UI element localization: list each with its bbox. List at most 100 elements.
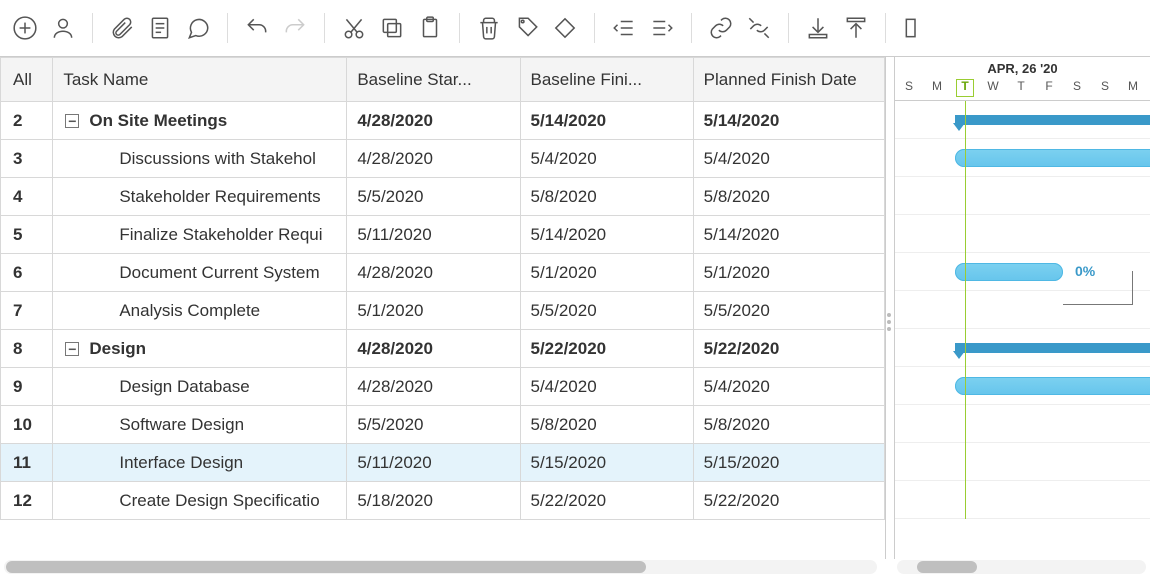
task-bar[interactable] bbox=[955, 377, 1150, 395]
planned-finish-cell[interactable]: 5/14/2020 bbox=[693, 102, 884, 140]
tag-icon[interactable] bbox=[508, 9, 546, 47]
task-name-cell[interactable]: Analysis Complete bbox=[53, 292, 347, 330]
baseline-finish-cell[interactable]: 5/5/2020 bbox=[520, 292, 693, 330]
row-number[interactable]: 8 bbox=[1, 330, 53, 368]
task-name-cell[interactable]: Finalize Stakeholder Requi bbox=[53, 216, 347, 254]
note-icon[interactable] bbox=[141, 9, 179, 47]
task-bar[interactable] bbox=[955, 263, 1063, 281]
planned-finish-cell[interactable]: 5/4/2020 bbox=[693, 368, 884, 406]
task-name-cell[interactable]: Create Design Specificatio bbox=[53, 482, 347, 520]
attach-icon[interactable] bbox=[103, 9, 141, 47]
baseline-finish-cell[interactable]: 5/15/2020 bbox=[520, 444, 693, 482]
gantt-row[interactable] bbox=[895, 443, 1150, 481]
person-icon[interactable] bbox=[44, 9, 82, 47]
baseline-finish-cell[interactable]: 5/22/2020 bbox=[520, 330, 693, 368]
row-number[interactable]: 5 bbox=[1, 216, 53, 254]
row-number[interactable]: 2 bbox=[1, 102, 53, 140]
planned-finish-cell[interactable]: 5/22/2020 bbox=[693, 482, 884, 520]
outdent-icon[interactable] bbox=[605, 9, 643, 47]
comment-icon[interactable] bbox=[179, 9, 217, 47]
planned-finish-cell[interactable]: 5/1/2020 bbox=[693, 254, 884, 292]
table-row[interactable]: 8−Design4/28/20205/22/20205/22/2020 bbox=[1, 330, 885, 368]
baseline-start-cell[interactable]: 5/5/2020 bbox=[347, 178, 520, 216]
baseline-start-cell[interactable]: 4/28/2020 bbox=[347, 330, 520, 368]
undo-icon[interactable] bbox=[238, 9, 276, 47]
gantt-row[interactable] bbox=[895, 177, 1150, 215]
delete-icon[interactable] bbox=[470, 9, 508, 47]
baseline-finish-cell[interactable]: 5/1/2020 bbox=[520, 254, 693, 292]
table-row[interactable]: 11Interface Design5/11/20205/15/20205/15… bbox=[1, 444, 885, 482]
planned-finish-cell[interactable]: 5/8/2020 bbox=[693, 178, 884, 216]
milestone-icon[interactable] bbox=[546, 9, 584, 47]
table-row[interactable]: 7Analysis Complete5/1/20205/5/20205/5/20… bbox=[1, 292, 885, 330]
gantt-row[interactable] bbox=[895, 101, 1150, 139]
row-number[interactable]: 12 bbox=[1, 482, 53, 520]
task-name-cell[interactable]: Software Design bbox=[53, 406, 347, 444]
col-header-planned-finish[interactable]: Planned Finish Date bbox=[693, 58, 884, 102]
row-number[interactable]: 7 bbox=[1, 292, 53, 330]
summary-bar[interactable] bbox=[955, 115, 1150, 125]
col-header-all[interactable]: All bbox=[1, 58, 53, 102]
collapse-icon[interactable]: − bbox=[65, 342, 79, 356]
task-name-cell[interactable]: −Design bbox=[53, 330, 347, 368]
task-name-cell[interactable]: Design Database bbox=[53, 368, 347, 406]
gantt-row[interactable] bbox=[895, 215, 1150, 253]
table-row[interactable]: 2−On Site Meetings4/28/20205/14/20205/14… bbox=[1, 102, 885, 140]
col-header-baseline-finish[interactable]: Baseline Fini... bbox=[520, 58, 693, 102]
table-row[interactable]: 4Stakeholder Requirements5/5/20205/8/202… bbox=[1, 178, 885, 216]
baseline-finish-cell[interactable]: 5/14/2020 bbox=[520, 216, 693, 254]
download-icon[interactable] bbox=[799, 9, 837, 47]
baseline-finish-cell[interactable]: 5/14/2020 bbox=[520, 102, 693, 140]
gantt-row[interactable] bbox=[895, 405, 1150, 443]
gantt-body[interactable]: 0% bbox=[895, 101, 1150, 519]
baseline-start-cell[interactable]: 5/1/2020 bbox=[347, 292, 520, 330]
baseline-finish-cell[interactable]: 5/4/2020 bbox=[520, 368, 693, 406]
task-name-cell[interactable]: Stakeholder Requirements bbox=[53, 178, 347, 216]
row-number[interactable]: 11 bbox=[1, 444, 53, 482]
planned-finish-cell[interactable]: 5/15/2020 bbox=[693, 444, 884, 482]
task-name-cell[interactable]: −On Site Meetings bbox=[53, 102, 347, 140]
planned-finish-cell[interactable]: 5/5/2020 bbox=[693, 292, 884, 330]
table-row[interactable]: 3Discussions with Stakehol4/28/20205/4/2… bbox=[1, 140, 885, 178]
planned-finish-cell[interactable]: 5/22/2020 bbox=[693, 330, 884, 368]
planned-finish-cell[interactable]: 5/4/2020 bbox=[693, 140, 884, 178]
task-name-cell[interactable]: Interface Design bbox=[53, 444, 347, 482]
gantt-hscroll[interactable] bbox=[897, 560, 1146, 574]
task-bar[interactable] bbox=[955, 149, 1150, 167]
copy-icon[interactable] bbox=[373, 9, 411, 47]
planned-finish-cell[interactable]: 5/8/2020 bbox=[693, 406, 884, 444]
row-number[interactable]: 6 bbox=[1, 254, 53, 292]
baseline-start-cell[interactable]: 4/28/2020 bbox=[347, 368, 520, 406]
table-row[interactable]: 10Software Design5/5/20205/8/20205/8/202… bbox=[1, 406, 885, 444]
baseline-finish-cell[interactable]: 5/8/2020 bbox=[520, 406, 693, 444]
col-header-baseline-start[interactable]: Baseline Star... bbox=[347, 58, 520, 102]
table-row[interactable]: 12Create Design Specificatio5/18/2020 5/2… bbox=[1, 482, 885, 520]
table-row[interactable]: 6Document Current System4/28/20205/1/202… bbox=[1, 254, 885, 292]
gantt-row[interactable] bbox=[895, 329, 1150, 367]
redo-icon[interactable] bbox=[276, 9, 314, 47]
table-row[interactable]: 9Design Database4/28/20205/4/20205/4/202… bbox=[1, 368, 885, 406]
planned-finish-cell[interactable]: 5/14/2020 bbox=[693, 216, 884, 254]
unlink-icon[interactable] bbox=[740, 9, 778, 47]
add-icon[interactable] bbox=[6, 9, 44, 47]
baseline-start-cell[interactable]: 4/28/2020 bbox=[347, 254, 520, 292]
baseline-start-cell[interactable]: 4/28/2020 bbox=[347, 140, 520, 178]
cut-icon[interactable] bbox=[335, 9, 373, 47]
baseline-start-cell[interactable]: 5/11/2020 bbox=[347, 444, 520, 482]
summary-bar[interactable] bbox=[955, 343, 1150, 353]
paste-icon[interactable] bbox=[411, 9, 449, 47]
baseline-start-cell[interactable]: 4/28/2020 bbox=[347, 102, 520, 140]
baseline-finish-cell[interactable]: 5/8/2020 bbox=[520, 178, 693, 216]
pane-splitter[interactable] bbox=[886, 57, 894, 559]
gantt-row[interactable] bbox=[895, 367, 1150, 405]
link-icon[interactable] bbox=[702, 9, 740, 47]
col-header-name[interactable]: Task Name bbox=[53, 58, 347, 102]
task-name-cell[interactable]: Discussions with Stakehol bbox=[53, 140, 347, 178]
collapse-icon[interactable]: − bbox=[65, 114, 79, 128]
gantt-row[interactable] bbox=[895, 291, 1150, 329]
baseline-start-cell[interactable]: 5/18/2020 bbox=[347, 482, 520, 520]
row-number[interactable]: 4 bbox=[1, 178, 53, 216]
baseline-finish-cell[interactable]: 5/4/2020 bbox=[520, 140, 693, 178]
task-name-cell[interactable]: Document Current System bbox=[53, 254, 347, 292]
gantt-row[interactable] bbox=[895, 481, 1150, 519]
